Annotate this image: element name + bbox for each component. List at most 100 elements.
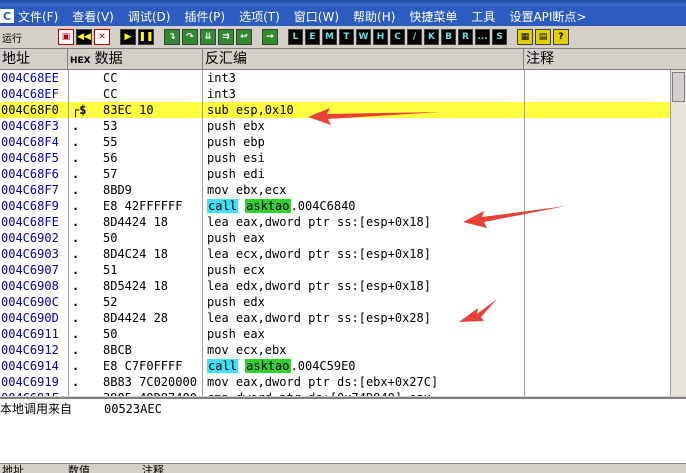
appearance-icon[interactable]: ▤ [535,29,551,45]
trace-over-icon[interactable]: ⇉ [218,29,234,45]
help-icon[interactable]: ? [553,29,569,45]
goto-icon[interactable]: → [262,29,278,45]
row-address: 004C6914 [1,359,59,373]
code-row[interactable]: 004C691F. 3905 40D87400 cmp dword ptr ds:[… [0,390,686,396]
code-row[interactable]: 004C690D. 8D4424 28 lea eax,dword ptr ss:[… [0,310,686,326]
vertical-scrollbar[interactable] [670,70,686,396]
code-row[interactable]: 004C68F9. E8 42FFFFFF call asktao.004C6840 [0,198,686,214]
row-instruction: push eax [207,230,523,246]
menu-debug[interactable]: 调试(D) [128,8,171,25]
instruction-text: int3 [207,87,236,101]
disassembly-listing[interactable]: 004C68EE CC int3 004C68EF CC int3 004C68F0 ┌$ 83… [0,70,686,396]
log-window-button[interactable]: L [288,29,303,45]
modules-window-button[interactable]: E [305,29,320,45]
patches-window-button[interactable]: / [407,29,422,45]
hex-toggle-button[interactable]: HEX [70,56,91,66]
row-address: 004C68F7 [1,183,59,197]
cpu-window-button[interactable]: C [390,29,405,45]
instruction-text: int3 [207,71,236,85]
row-address: 004C6903 [1,247,59,261]
code-row[interactable]: 004C68F7. 8BD9 mov ebx,ecx [0,182,686,198]
module-name: asktao [245,199,291,213]
menu-tools[interactable]: 工具 [471,8,495,25]
row-hex-bytes: 8BCB [103,343,132,357]
threads-window-button[interactable]: T [339,29,354,45]
code-row[interactable]: 004C6908. 8D5424 18 lea edx,dword ptr ss:[… [0,278,686,294]
menu-options[interactable]: 选项(T) [239,8,280,25]
code-row[interactable]: 004C6907. 51 push ecx [0,262,686,278]
instruction-text: .004C6840 [290,199,356,213]
trace-into-icon[interactable]: ⇊ [200,29,216,45]
row-instruction: push eax [207,326,523,342]
code-row[interactable]: 004C6903. 8D4C24 18 lea ecx,dword ptr ss:[… [0,246,686,262]
selected-code-row[interactable]: 004C68F0 ┌$ 83EC 10 sub esp,0x10 [0,102,686,118]
breakpoints-window-button[interactable]: B [441,29,456,45]
code-row[interactable]: 004C68EE CC int3 [0,70,686,86]
menu-shortcut[interactable]: 快捷菜单 [409,8,457,25]
scrollbar-thumb[interactable] [672,72,685,102]
row-instruction: call asktao.004C6840 [207,198,523,214]
restart-icon[interactable]: ◀◀ [76,29,92,45]
row-instruction: int3 [207,70,523,86]
comment-column-header[interactable]: 注释 [524,49,686,69]
code-row[interactable]: 004C6912. 8BCB mov ecx,ebx [0,342,686,358]
row-instruction: mov ecx,ebx [207,342,523,358]
code-row[interactable]: 004C68F5. 56 push esi [0,150,686,166]
row-hex-bytes: CC [103,87,118,101]
row-instruction: push ecx [207,262,523,278]
windows-window-button[interactable]: W [356,29,371,45]
menu-file[interactable]: 文件(F) [18,8,58,25]
open-file-icon[interactable]: ▣ [58,29,74,45]
code-row[interactable]: 004C68F4. 55 push ebp [0,134,686,150]
handles-window-button[interactable]: H [373,29,388,45]
execute-till-return-icon[interactable]: ↩ [236,29,252,45]
references-window-button[interactable]: R [458,29,473,45]
module-name: asktao [245,359,291,373]
pause-icon[interactable]: ❚❚ [138,29,154,45]
menu-help[interactable]: 帮助(H) [353,8,395,25]
code-row[interactable]: 004C690C. 52 push edx [0,294,686,310]
step-into-icon[interactable]: ↴ [164,29,180,45]
data-column-header[interactable]: HEX 数据 [68,49,203,69]
source-window-button[interactable]: S [492,29,507,45]
address-column-header[interactable]: 地址 [0,49,68,69]
disassembly-column-header[interactable]: 反汇编 [203,49,524,69]
row-marker: . [72,119,80,133]
options-grid-icon[interactable]: ▦ [517,29,533,45]
code-row[interactable]: 004C68EF CC int3 [0,86,686,102]
run-icon[interactable]: ▶ [120,29,136,45]
code-row[interactable]: 004C6902. 50 push eax [0,230,686,246]
row-hex-bytes: 53 [103,119,118,133]
toolbar: 运行 ▣ ◀◀ ✕ ▶ ❚❚ ↴ ↷ ⇊ ⇉ ↩ → L E M T W H C… [0,26,686,49]
row-marker: . [72,231,80,245]
row-address: 004C68F4 [1,135,59,149]
run-trace-window-button[interactable]: ... [475,29,490,45]
row-hex-bytes: 83EC 10 [103,103,154,117]
menu-plugins[interactable]: 插件(P) [184,8,225,25]
call-stack-window-button[interactable]: K [424,29,439,45]
info-pane: 本地调用来自 00523AEC [0,397,686,465]
row-hex-bytes: 57 [103,167,118,181]
menu-window[interactable]: 窗口(W) [294,8,339,25]
code-row[interactable]: 004C68F6. 57 push edi [0,166,686,182]
row-instruction: mov ebx,ecx [207,182,523,198]
row-hex-bytes: CC [103,71,118,85]
local-call-address[interactable]: 00523AEC [104,401,162,417]
run-status-label: 运行 [2,33,22,45]
row-hex-bytes: 50 [103,327,118,341]
code-row[interactable]: 004C6919. 8B83 7C020000 mov eax,dword ptr … [0,374,686,390]
code-row[interactable]: 004C6914. E8 C7F0FFFF call asktao.004C59E0 [0,358,686,374]
menu-set-api-breakpoint[interactable]: 设置API断点> [509,8,586,25]
instruction-text: push eax [207,327,265,341]
row-marker: . [72,167,80,181]
code-row[interactable]: 004C68F3. 53 push ebx [0,118,686,134]
code-row[interactable]: 004C6911. 50 push eax [0,326,686,342]
close-icon[interactable]: ✕ [94,29,110,45]
row-address: 004C6912 [1,343,59,357]
menu-view[interactable]: 查看(V) [72,8,114,25]
memory-window-button[interactable]: M [322,29,337,45]
row-address: 004C690C [1,295,59,309]
code-row[interactable]: 004C68FE. 8D4424 18 lea eax,dword ptr ss:[… [0,214,686,230]
step-over-icon[interactable]: ↷ [182,29,198,45]
instruction-text: cmp dword ptr ds:[0x74D840],eax [207,391,431,396]
